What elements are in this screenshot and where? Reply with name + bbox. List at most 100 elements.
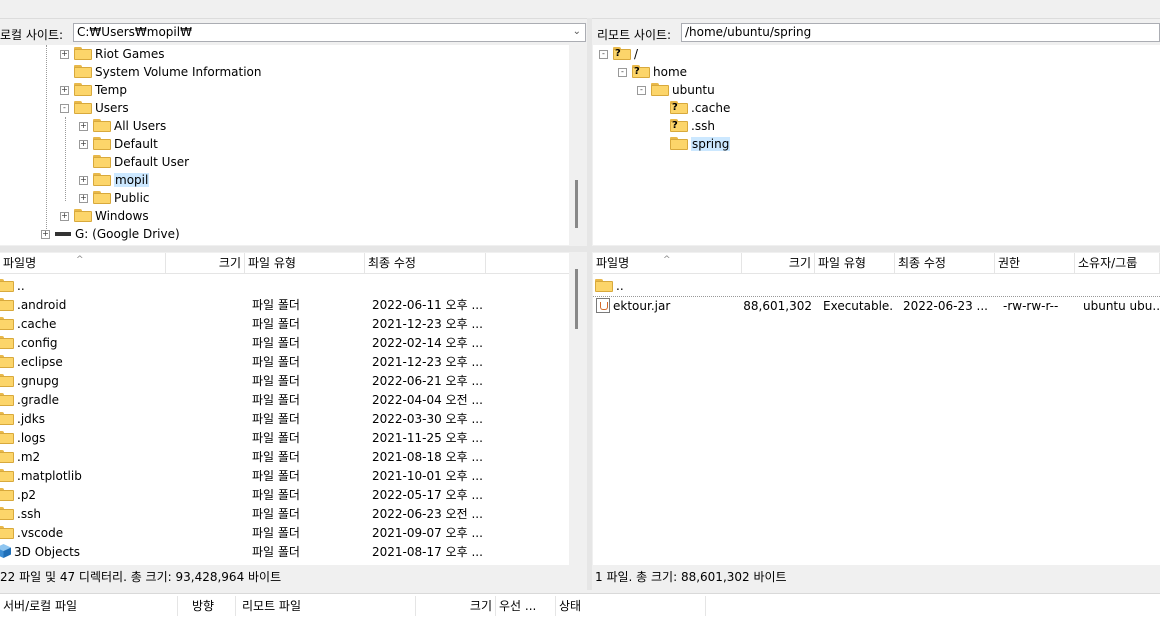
tree-item-label: All Users <box>114 119 167 133</box>
column-header-priority[interactable]: 우선 ... <box>496 596 556 616</box>
list-item[interactable]: .gnupg 파일 폴더 2022-06-21 오후 ... <box>0 372 569 391</box>
local-file-scrollbar[interactable] <box>569 253 586 565</box>
folder-icon <box>0 431 14 444</box>
local-file-list[interactable]: 파일명 ^ 크기 파일 유형 최종 수정 .. .android 파일 폴더 2022-… <box>0 253 586 565</box>
file-name: 3D Objects <box>14 545 81 559</box>
file-name: .gnupg <box>17 374 59 388</box>
list-item[interactable]: .jdks 파일 폴더 2022-03-30 오후 ... <box>0 410 569 429</box>
unknown-folder-icon: ? <box>670 119 688 132</box>
column-header-name[interactable]: 파일명 ^ <box>593 253 742 273</box>
local-site-path-input[interactable]: C:₩Users₩mopil₩ ⌄ <box>73 23 586 42</box>
collapse-icon[interactable]: - <box>60 104 69 113</box>
expand-icon[interactable]: + <box>41 230 50 239</box>
toolbar-strip <box>0 0 1160 19</box>
chevron-down-icon[interactable]: ⌄ <box>573 26 581 37</box>
unknown-folder-icon: ? <box>632 65 650 78</box>
tree-item-label: / <box>634 47 639 61</box>
file-name: .ssh <box>17 507 41 521</box>
local-tree-scrollbar[interactable] <box>569 45 586 245</box>
tree-item-label: .ssh <box>691 119 715 133</box>
file-owner: ubuntu ubu... <box>1083 299 1160 313</box>
list-item[interactable]: .config 파일 폴더 2022-02-14 오후 ... <box>0 334 569 353</box>
list-item[interactable]: .p2 파일 폴더 2022-05-17 오후 ... <box>0 486 569 505</box>
file-type: 파일 폴더 <box>252 298 300 312</box>
list-item[interactable]: .cache 파일 폴더 2021-12-23 오후 ... <box>0 315 569 334</box>
column-header-size[interactable]: 크기 <box>742 253 815 273</box>
column-header-type[interactable]: 파일 유형 <box>245 253 365 273</box>
list-item[interactable]: .gradle 파일 폴더 2022-04-04 오전 ... <box>0 391 569 410</box>
column-header-name[interactable]: 파일명 ^ <box>0 253 166 273</box>
file-modified: 2022-06-23 오전 ... <box>372 507 483 521</box>
list-item[interactable]: .matplotlib 파일 폴더 2021-10-01 오후 ... <box>0 467 569 486</box>
file-modified: 2022-06-21 오후 ... <box>372 374 483 388</box>
file-name: .logs <box>17 431 46 445</box>
local-file-header: 파일명 ^ 크기 파일 유형 최종 수정 <box>0 253 569 274</box>
file-modified: 2021-08-17 오후 ... <box>372 545 483 559</box>
expand-icon[interactable]: + <box>79 140 88 149</box>
column-header-type[interactable]: 파일 유형 <box>815 253 895 273</box>
tree-item-label: Windows <box>95 209 149 223</box>
list-item[interactable]: 3D Objects 파일 폴더 2021-08-17 오후 ... <box>0 543 569 562</box>
expand-icon[interactable]: + <box>60 50 69 59</box>
expand-icon[interactable]: + <box>79 122 88 131</box>
list-item[interactable]: .ssh 파일 폴더 2022-06-23 오전 ... <box>0 505 569 524</box>
vertical-splitter[interactable] <box>587 18 592 590</box>
scrollbar-thumb[interactable] <box>575 269 578 329</box>
file-type: 파일 폴더 <box>252 374 300 388</box>
tree-item-label: Riot Games <box>95 47 165 61</box>
file-modified: 2021-09-07 오후 ... <box>372 526 483 540</box>
file-name: .m2 <box>17 450 41 464</box>
column-header-modified[interactable]: 최종 수정 <box>895 253 995 273</box>
expand-icon[interactable]: + <box>60 86 69 95</box>
transfer-queue[interactable]: 서버/로컬 파일 방향 리모트 파일 크기 우선 ... 상태 <box>0 593 1160 641</box>
collapse-icon[interactable]: - <box>618 68 627 77</box>
file-name: .p2 <box>17 488 37 502</box>
folder-icon <box>93 173 111 186</box>
column-header-remote-file[interactable]: 리모트 파일 <box>236 596 416 616</box>
file-permissions: -rw-rw-r-- <box>1003 299 1059 313</box>
list-item[interactable]: .android 파일 폴더 2022-06-11 오후 ... <box>0 296 569 315</box>
column-header-server-local-file[interactable]: 서버/로컬 파일 <box>0 596 178 616</box>
file-type: 파일 폴더 <box>252 355 300 369</box>
local-site-bar: 로컬 사이트: C:₩Users₩mopil₩ ⌄ <box>0 22 588 44</box>
local-directory-tree[interactable]: + Riot Games System Volume Information +… <box>0 45 586 245</box>
tree-item-label: Default User <box>114 155 190 169</box>
remote-directory-tree[interactable]: - ? / - ? home - ubuntu ? .cache ? .ssh spri… <box>593 45 1160 245</box>
queue-header: 서버/로컬 파일 방향 리모트 파일 크기 우선 ... 상태 <box>0 596 706 616</box>
scrollbar-thumb[interactable] <box>575 180 578 228</box>
folder-icon <box>0 393 14 406</box>
expand-icon[interactable]: + <box>60 212 69 221</box>
horizontal-splitter[interactable] <box>0 246 1160 252</box>
remote-site-path-input[interactable]: /home/ubuntu/spring <box>681 23 1160 42</box>
tree-item-label: .cache <box>691 101 731 115</box>
column-header-direction[interactable]: 방향 <box>178 596 236 616</box>
folder-icon <box>74 209 92 222</box>
list-item[interactable]: .vscode 파일 폴더 2021-09-07 오후 ... <box>0 524 569 543</box>
file-modified: 2021-12-23 오후 ... <box>372 317 483 331</box>
file-modified: 2022-05-17 오후 ... <box>372 488 483 502</box>
column-header-permissions[interactable]: 권한 <box>995 253 1075 273</box>
folder-icon <box>0 317 14 330</box>
list-item[interactable]: .logs 파일 폴더 2021-11-25 오후 ... <box>0 429 569 448</box>
tree-item-label: Users <box>95 101 129 115</box>
expand-icon[interactable]: + <box>79 194 88 203</box>
file-type: 파일 폴더 <box>252 526 300 540</box>
list-item[interactable]: .. <box>0 277 569 296</box>
column-header-modified[interactable]: 최종 수정 <box>365 253 486 273</box>
column-header-status[interactable]: 상태 <box>556 596 706 616</box>
collapse-icon[interactable]: - <box>637 86 646 95</box>
column-header-owner[interactable]: 소유자/그룹 <box>1075 253 1160 273</box>
remote-file-list[interactable]: 파일명 ^ 크기 파일 유형 최종 수정 권한 소유자/그룹 .. ektour.… <box>593 253 1160 565</box>
list-item-ektour-jar[interactable]: ektour.jar 88,601,302 Executable... 2022… <box>593 297 1160 316</box>
file-name: .. <box>616 279 624 293</box>
collapse-icon[interactable]: - <box>599 50 608 59</box>
list-item-parent[interactable]: .. <box>593 277 1160 297</box>
list-item[interactable]: .eclipse 파일 폴더 2021-12-23 오후 ... <box>0 353 569 372</box>
column-header-size[interactable]: 크기 <box>416 596 496 616</box>
expand-icon[interactable]: + <box>79 176 88 185</box>
list-item[interactable]: .m2 파일 폴더 2021-08-18 오후 ... <box>0 448 569 467</box>
file-type: 파일 폴더 <box>252 450 300 464</box>
folder-icon <box>93 137 111 150</box>
file-type: 파일 폴더 <box>252 488 300 502</box>
column-header-size[interactable]: 크기 <box>166 253 245 273</box>
